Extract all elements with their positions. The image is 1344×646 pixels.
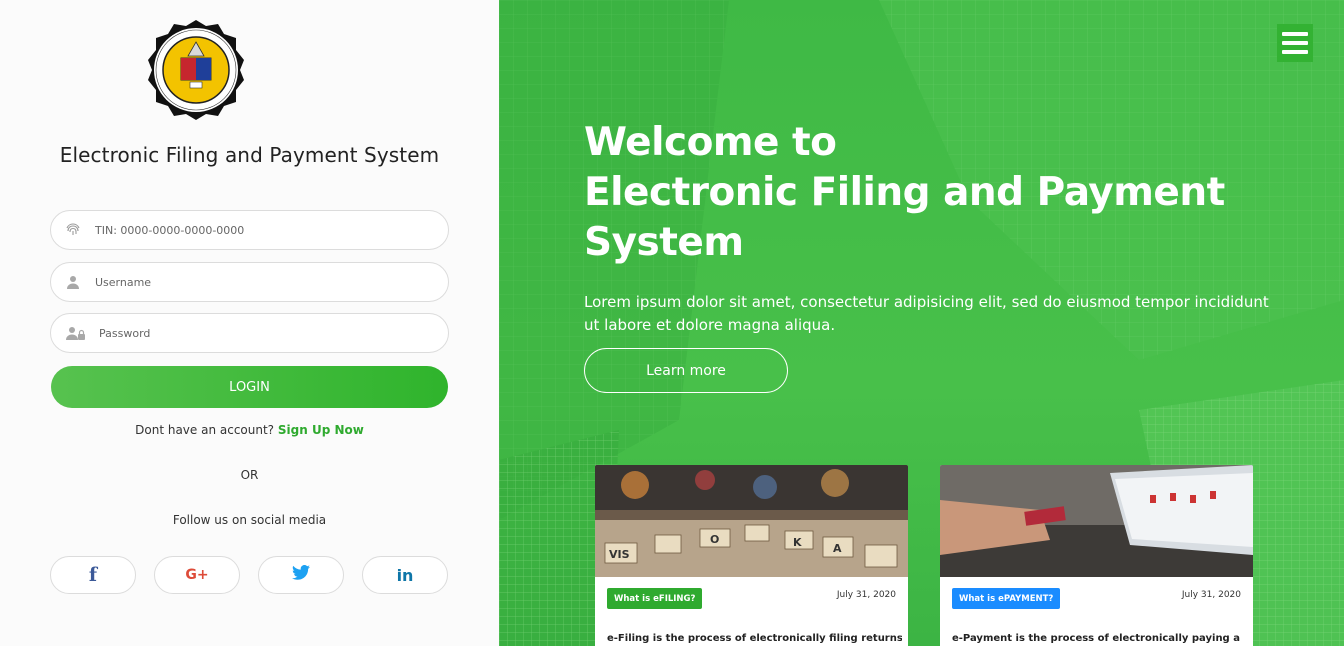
- learn-more-button[interactable]: Learn more: [584, 348, 788, 393]
- tin-field[interactable]: [50, 210, 449, 250]
- fingerprint-icon: [63, 220, 83, 240]
- user-icon: [63, 272, 83, 292]
- or-divider: OR: [240, 468, 259, 482]
- facebook-icon: f: [88, 564, 98, 586]
- password-field[interactable]: [50, 313, 449, 353]
- username-input[interactable]: [95, 275, 415, 289]
- svg-text:K: K: [793, 536, 802, 549]
- svg-text:O: O: [710, 533, 719, 546]
- username-field[interactable]: [50, 262, 449, 302]
- menu-icon-bar: [1282, 50, 1308, 54]
- bir-seal-logo: [144, 18, 248, 122]
- facebook-button[interactable]: f: [50, 556, 136, 594]
- efiling-card-image: O K A VIS: [595, 465, 908, 577]
- google-plus-button[interactable]: G+: [154, 556, 240, 594]
- hero-title: Welcome to Electronic Filing and Payment…: [584, 118, 1284, 268]
- svg-text:A: A: [833, 542, 842, 555]
- svg-text:VIS: VIS: [609, 548, 630, 561]
- hero-description: Lorem ipsum dolor sit amet, consectetur …: [584, 293, 1269, 334]
- epayment-card[interactable]: What is ePAYMENT? July 31, 2020 e-Paymen…: [940, 465, 1253, 646]
- twitter-button[interactable]: [258, 556, 344, 594]
- signup-link[interactable]: Sign Up Now: [278, 423, 364, 437]
- linkedin-icon: in: [396, 565, 414, 585]
- efiling-excerpt: e-Filing is the process of electronicall…: [607, 633, 902, 644]
- epayment-card-image: [940, 465, 1253, 577]
- epayment-date: July 31, 2020: [1181, 590, 1241, 600]
- hero-panel: Welcome to Electronic Filing and Payment…: [499, 0, 1344, 646]
- login-panel: Electronic Filing and Payment System LOG…: [0, 0, 499, 646]
- signup-prompt-text: Dont have an account?: [135, 423, 275, 437]
- login-button[interactable]: LOGIN: [51, 366, 448, 408]
- epayment-excerpt: e-Payment is the process of electronical…: [952, 633, 1240, 644]
- hero-title-line: System: [584, 220, 744, 265]
- menu-icon-bar: [1282, 32, 1308, 36]
- tin-input[interactable]: [95, 223, 415, 237]
- google-plus-icon: G+: [185, 567, 209, 583]
- efiling-tag[interactable]: What is eFILING?: [607, 588, 703, 609]
- twitter-icon: [292, 565, 310, 585]
- epayment-tag[interactable]: What is ePAYMENT?: [952, 588, 1061, 609]
- hero-title-line: Electronic Filing and Payment: [584, 170, 1225, 215]
- efiling-date: July 31, 2020: [836, 590, 896, 600]
- signup-prompt: Dont have an account? Sign Up Now: [0, 423, 499, 437]
- users-lock-icon: [63, 323, 89, 343]
- follow-label: Follow us on social media: [172, 513, 327, 527]
- hero-title-line: Welcome to: [584, 120, 837, 165]
- menu-button[interactable]: [1277, 24, 1313, 62]
- menu-icon-bar: [1282, 41, 1308, 45]
- efiling-card[interactable]: O K A VIS What is eFILING? July 31, 2020 e-…: [595, 465, 908, 646]
- linkedin-button[interactable]: in: [362, 556, 448, 594]
- password-input[interactable]: [99, 326, 419, 340]
- system-title: Electronic Filing and Payment System: [59, 143, 440, 167]
